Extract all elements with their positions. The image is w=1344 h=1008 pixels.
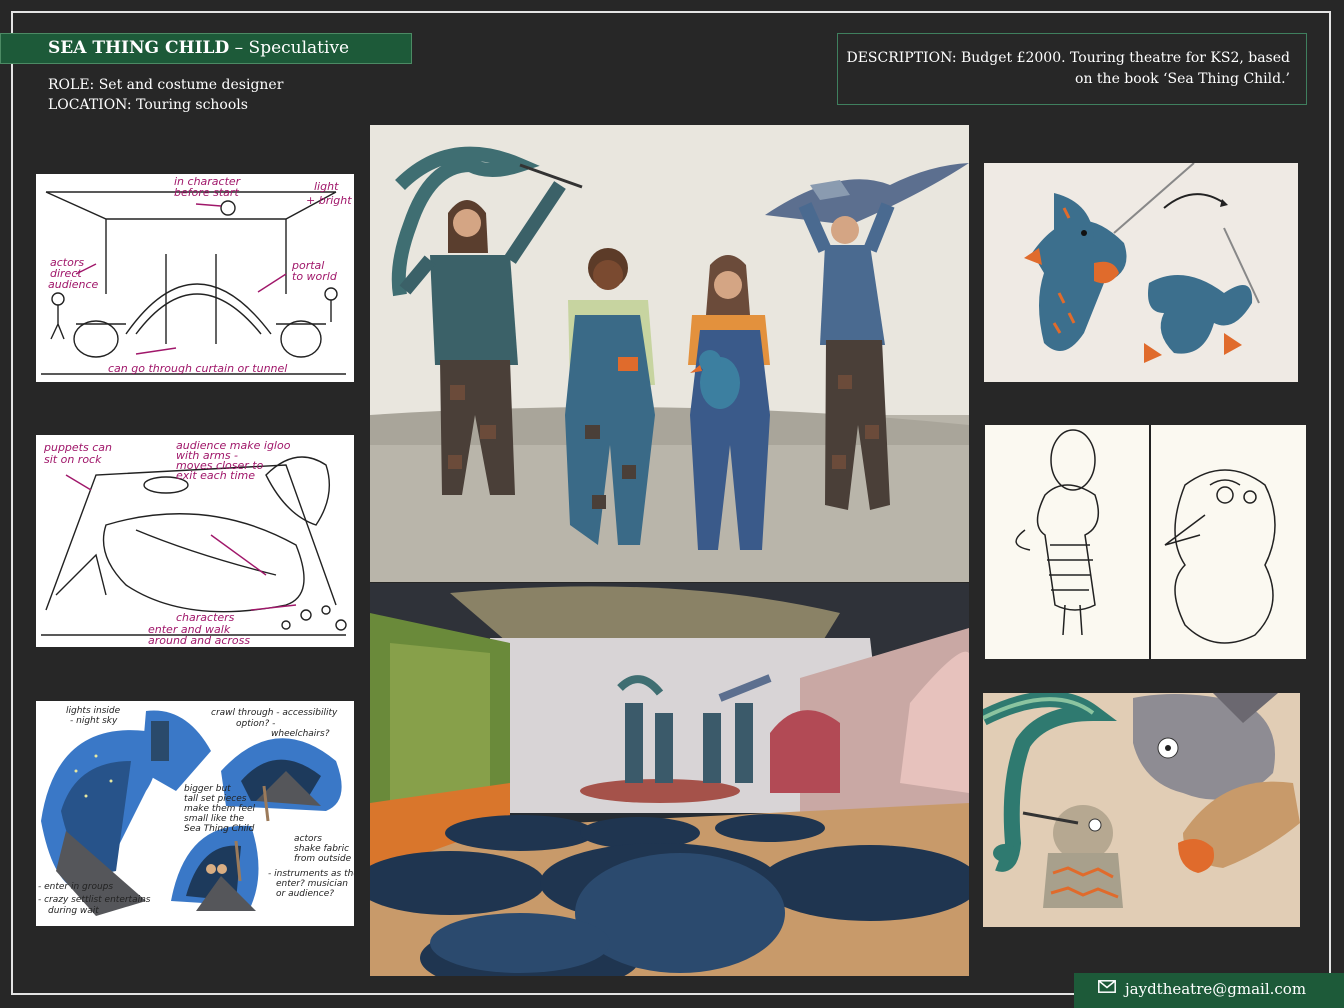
sketch1-note: to world (292, 270, 338, 283)
sketch1-note: + bright (306, 194, 352, 207)
costume-illustration (370, 125, 969, 582)
sketch3-note: or audience? (276, 889, 334, 899)
sketch3-note: from outside (294, 854, 352, 864)
sketch2-note: around and across (148, 634, 250, 647)
sketch2-note: sit on rock (44, 453, 102, 466)
sketch-stage-perspective-drawing: in character before start light + bright… (41, 175, 352, 375)
sketch3-note: bigger but (184, 784, 231, 794)
sketch-rock-set: puppets can sit on rock audience make ig… (36, 435, 354, 647)
sketch3-note: shake fabric (294, 844, 349, 854)
project-title-bold: SEA THING CHILD (48, 38, 230, 58)
sketch-stage-perspective: in character before start light + bright… (36, 174, 354, 382)
bird-puppet-design (984, 163, 1298, 382)
envelope-icon (1098, 972, 1116, 1005)
contact-email[interactable]: jaydtheatre@gmail.com (1125, 980, 1306, 998)
bird-puppet-design-drawing (1024, 163, 1260, 363)
sketch-rock-set-drawing: puppets can sit on rock audience make ig… (41, 439, 347, 647)
sketch3-note: actors (294, 834, 322, 844)
sketch3-note: lights inside (66, 706, 121, 716)
animal-puppet-sketches (983, 693, 1300, 927)
description-line-2: on the book ‘Sea Thing Child.’ (1075, 71, 1290, 87)
character-sketches (985, 425, 1306, 659)
sketch1-note: audience (48, 278, 99, 291)
character-sketches-drawing (1015, 425, 1276, 659)
sketch-blue-tunnels: lights inside - night sky crawl through … (36, 701, 354, 926)
sketch1-note: before start (174, 186, 239, 199)
sketch3-note: crawl through - accessibility (211, 708, 338, 718)
sketch3-note: make them feel (184, 804, 256, 814)
project-meta: ROLE: Set and costume designer LOCATION:… (48, 75, 283, 115)
sketch1-note: can go through curtain or tunnel (108, 362, 287, 375)
sketch3-note: Sea Thing Child (184, 824, 255, 834)
animal-puppet-sketches-drawing (983, 693, 1300, 908)
project-title-suffix: – Speculative (229, 38, 350, 58)
model-box-photo-drawing (370, 583, 969, 976)
description-box: DESCRIPTION: Budget £2000. Touring theat… (837, 33, 1307, 105)
sketch3-note: - enter in groups (38, 882, 113, 892)
sketch3-note: - night sky (70, 716, 118, 726)
sketch3-note: enter? musician (276, 879, 348, 889)
sketch1-note: light (314, 180, 339, 193)
costume-illustration-drawing (370, 125, 969, 582)
project-title: SEA THING CHILD – Speculative (0, 33, 412, 64)
sketch3-note: option? - (236, 719, 275, 729)
sketch3-note: tall set pieces (184, 794, 247, 804)
model-box-photo (370, 583, 969, 976)
role-text: ROLE: Set and costume designer (48, 77, 284, 93)
location-text: LOCATION: Touring schools (48, 97, 248, 113)
sketch3-note: - instruments as they (268, 869, 354, 879)
sketch3-note: wheelchairs? (271, 729, 330, 739)
sketch2-note: exit each time (176, 469, 255, 482)
description-line-1: DESCRIPTION: Budget £2000. Touring theat… (846, 50, 1290, 66)
sketch3-note: - crazy settlist entertains (38, 895, 151, 905)
sketch3-note: small like the (184, 814, 245, 824)
sketch-blue-tunnels-drawing: lights inside - night sky crawl through … (38, 706, 354, 916)
sketch3-note: during wait (48, 906, 99, 916)
contact-email-bar[interactable]: jaydtheatre@gmail.com (1074, 973, 1344, 1008)
